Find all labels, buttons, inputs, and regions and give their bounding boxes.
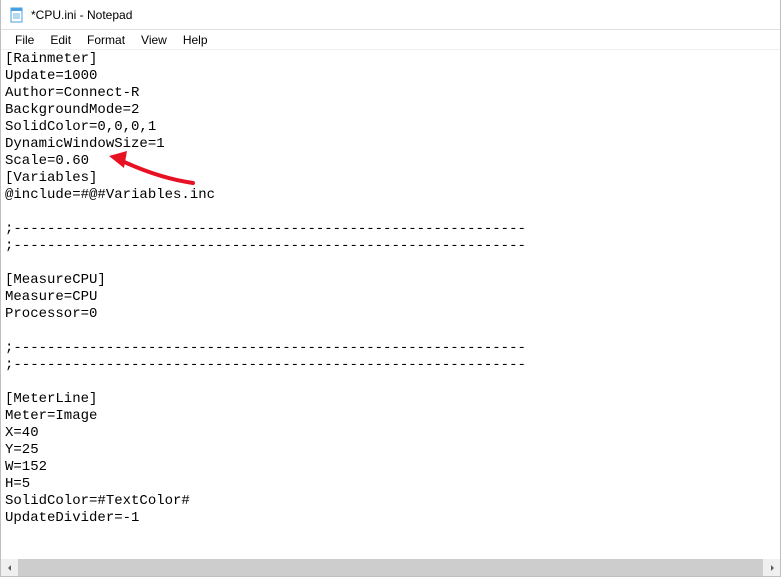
menu-help[interactable]: Help	[175, 31, 216, 49]
scroll-thumb[interactable]	[18, 559, 763, 576]
scroll-right-button[interactable]	[763, 559, 780, 576]
scroll-left-button[interactable]	[1, 559, 18, 576]
horizontal-scrollbar[interactable]	[1, 559, 780, 576]
notepad-icon	[9, 7, 25, 23]
menu-edit[interactable]: Edit	[42, 31, 79, 49]
text-editor-area[interactable]: [Rainmeter] Update=1000 Author=Connect-R…	[1, 50, 780, 559]
titlebar: *CPU.ini - Notepad	[1, 0, 780, 30]
scroll-track[interactable]	[18, 559, 763, 576]
menubar: File Edit Format View Help	[1, 30, 780, 50]
window-title: *CPU.ini - Notepad	[31, 8, 132, 22]
menu-view[interactable]: View	[133, 31, 175, 49]
menu-format[interactable]: Format	[79, 31, 133, 49]
menu-file[interactable]: File	[7, 31, 42, 49]
